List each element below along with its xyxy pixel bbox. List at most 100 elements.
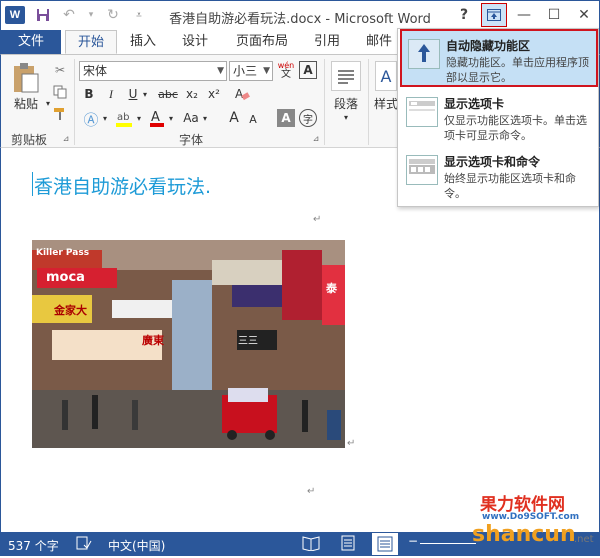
text-effects-icon[interactable]: Ⓐ <box>81 109 101 129</box>
tab-insert[interactable]: 插入 <box>121 30 165 54</box>
clear-formatting-icon[interactable]: A <box>233 85 251 103</box>
enclose-characters-button[interactable]: 字 <box>299 109 317 127</box>
copy-icon[interactable] <box>51 83 69 101</box>
font-color-dropdown-icon[interactable]: ▾ <box>167 111 175 125</box>
menu-item-show-tabs[interactable]: 显示选项卡 仅显示功能区选项卡。单击选项卡可显示命令。 <box>400 89 598 147</box>
paragraph-mark: ↵ <box>347 438 356 449</box>
paragraph-icon[interactable] <box>331 61 361 91</box>
photo-sign-text: 廣東 <box>142 334 164 347</box>
menu-item-auto-hide-ribbon[interactable]: 自动隐藏功能区 隐藏功能区。单击应用程序顶部以显示它。 <box>400 29 598 87</box>
title-bar: W ↶ ▾ ↻ ⩡ 香港自助游必看玩法.docx - Microsoft Wor… <box>0 0 600 30</box>
font-group-label: 字体 <box>179 133 204 147</box>
change-case-button[interactable]: Aa <box>181 109 201 127</box>
menu-item-title: 显示选项卡和命令 <box>444 155 541 169</box>
underline-dropdown-icon[interactable]: ▾ <box>141 87 149 101</box>
menu-item-description: 隐藏功能区。单击应用程序顶部以显示它。 <box>446 56 589 84</box>
character-shading-button[interactable]: A <box>277 109 295 127</box>
font-name-value: 宋体 <box>83 64 108 78</box>
clipboard-group-label: 剪贴板 <box>11 133 48 147</box>
group-separator <box>368 59 369 145</box>
paragraph-mark: ↵ <box>307 486 316 497</box>
paste-button[interactable]: 粘贴 <box>9 95 43 111</box>
help-button[interactable]: ? <box>449 1 479 29</box>
show-tabs-commands-icon <box>406 155 438 185</box>
ribbon-display-options-menu: 自动隐藏功能区 隐藏功能区。单击应用程序顶部以显示它。 显示选项卡 仅显示功能区… <box>397 28 599 207</box>
highlight-color-icon[interactable]: ab <box>113 107 135 129</box>
photo-sign-text: Killer Pass <box>36 248 90 258</box>
svg-text:A: A <box>151 110 160 125</box>
strikethrough-button[interactable]: abc <box>155 85 181 103</box>
tab-page-layout[interactable]: 页面布局 <box>229 30 295 54</box>
subscript-button[interactable]: x₂ <box>183 85 201 103</box>
text-effects-dropdown-icon[interactable]: ▾ <box>101 111 109 125</box>
superscript-button[interactable]: x² <box>205 85 223 103</box>
change-case-dropdown-icon[interactable]: ▾ <box>201 111 209 125</box>
photo-sign-text: 泰 <box>326 282 337 295</box>
proofing-icon[interactable] <box>76 536 92 553</box>
group-separator <box>324 59 325 145</box>
menu-item-title: 显示选项卡 <box>444 97 505 111</box>
menu-item-description: 始终显示功能区选项卡和命令。 <box>444 172 576 200</box>
watermark-line3: shancun <box>472 522 576 547</box>
chevron-down-icon[interactable]: ▼ <box>263 62 270 80</box>
photo-sign-text: 金家大 <box>54 304 87 317</box>
document-heading[interactable]: 香港自助游必看玩法. <box>34 172 211 199</box>
highlight-dropdown-icon[interactable]: ▾ <box>135 111 143 125</box>
tab-home[interactable]: 开始 <box>65 30 117 54</box>
font-color-icon[interactable]: A <box>147 107 167 129</box>
bold-button[interactable]: B <box>81 85 97 103</box>
font-launcher-icon[interactable]: ⊿ <box>311 133 321 143</box>
paragraph-mark: ↵ <box>313 214 322 225</box>
zoom-slider[interactable] <box>420 543 476 544</box>
tab-mailings[interactable]: 邮件 <box>357 30 401 54</box>
underline-button[interactable]: U <box>125 85 141 103</box>
minimize-button[interactable]: — <box>509 1 539 29</box>
ribbon-display-options-button[interactable] <box>481 3 507 27</box>
zoom-out-icon[interactable]: − <box>408 534 418 548</box>
group-separator <box>74 59 75 145</box>
watermark-line4: .net <box>574 534 594 545</box>
close-button[interactable]: ✕ <box>569 1 599 29</box>
photo-sign-text: 三三 <box>238 336 258 347</box>
photo-sign-text: moca <box>46 270 85 285</box>
font-name-combo[interactable]: 宋体 ▼ <box>79 61 227 81</box>
font-size-combo[interactable]: 小三 ▼ <box>229 61 273 81</box>
italic-button[interactable]: I <box>103 85 119 103</box>
show-tabs-icon <box>406 97 438 127</box>
clipboard-launcher-icon[interactable]: ⊿ <box>61 133 71 143</box>
watermark-line2: www.Do9SOFT.com <box>482 512 580 522</box>
character-border-button[interactable]: A <box>299 61 317 79</box>
styles-gallery-icon[interactable]: A <box>375 61 397 91</box>
format-painter-icon[interactable] <box>51 105 69 123</box>
svg-text:ab: ab <box>117 112 129 123</box>
print-layout-icon[interactable] <box>340 535 356 554</box>
menu-item-title: 自动隐藏功能区 <box>446 39 531 53</box>
tab-references[interactable]: 引用 <box>305 30 349 54</box>
language-indicator[interactable]: 中文(中国) <box>108 537 165 554</box>
paragraph-dropdown-icon[interactable]: ▾ <box>341 111 351 123</box>
menu-item-description: 仅显示功能区选项卡。单击选项卡可显示命令。 <box>444 114 587 142</box>
read-mode-icon[interactable] <box>302 535 320 553</box>
maximize-button[interactable]: ☐ <box>539 1 569 29</box>
phonetic-guide-button[interactable]: wén 文 <box>277 59 295 81</box>
phonetic-wen-char-icon: 文 <box>281 69 291 80</box>
svg-text:A: A <box>235 87 244 101</box>
paste-icon[interactable] <box>11 61 41 95</box>
shrink-font-button[interactable]: A <box>245 111 261 127</box>
web-layout-icon[interactable] <box>372 533 398 555</box>
auto-hide-ribbon-icon <box>408 39 440 69</box>
tab-file[interactable]: 文件 <box>1 30 61 54</box>
street-photo[interactable]: Killer Pass moca 金家大 三三 廣東 泰 <box>32 240 345 448</box>
menu-item-show-tabs-and-commands[interactable]: 显示选项卡和命令 始终显示功能区选项卡和命令。 <box>400 147 598 205</box>
paragraph-button[interactable]: 段落 <box>329 95 363 111</box>
grow-font-button[interactable]: A <box>225 109 243 127</box>
font-size-value: 小三 <box>233 64 258 78</box>
word-count[interactable]: 537 个字 <box>8 537 59 554</box>
chevron-down-icon[interactable]: ▼ <box>217 62 224 80</box>
text-cursor <box>32 172 33 196</box>
site-watermark: 果力软件网 www.Do9SOFT.com shancun .net <box>470 490 600 556</box>
window-controls: ? — ☐ ✕ <box>449 1 599 29</box>
tab-design[interactable]: 设计 <box>173 30 217 54</box>
styles-button[interactable]: 样式 <box>373 95 399 111</box>
cut-icon[interactable]: ✂ <box>51 61 69 79</box>
